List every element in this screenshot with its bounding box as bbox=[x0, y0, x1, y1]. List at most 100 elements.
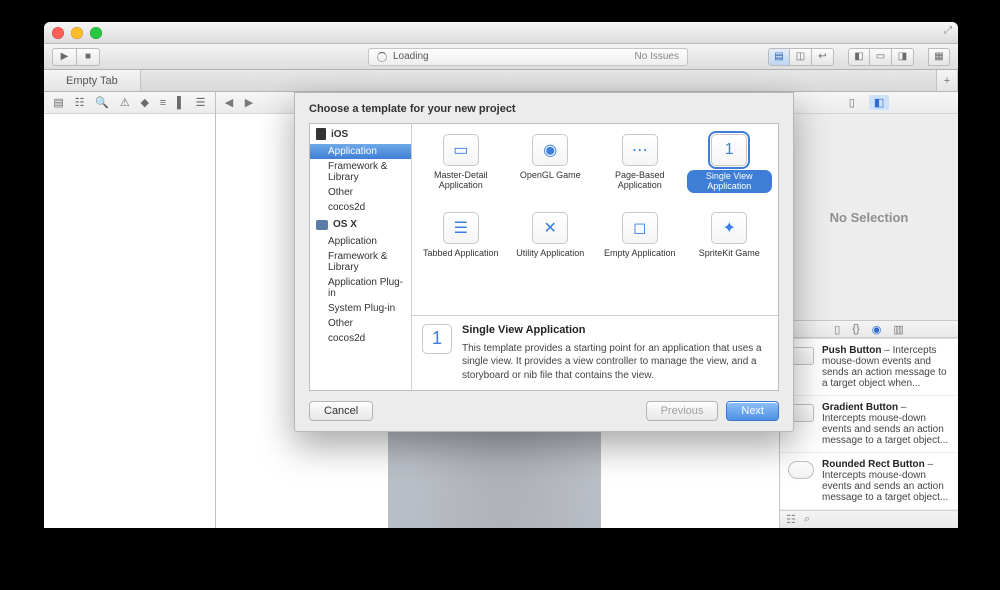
toolbar: ▶ ■ Loading No Issues ▤ ◫ ↩ ◧ ▭ ◨ ▦ bbox=[44, 44, 958, 70]
test-navigator-icon[interactable]: ◆ bbox=[141, 96, 149, 109]
file-inspector-icon[interactable]: ▯ bbox=[849, 96, 855, 109]
debug-navigator-icon[interactable]: ≡ bbox=[160, 97, 166, 109]
category-item[interactable]: Other bbox=[310, 185, 411, 200]
category-item[interactable]: Application Plug-in bbox=[310, 275, 411, 301]
platform-osx-header[interactable]: OS X bbox=[310, 215, 411, 234]
template-name: Tabbed Application bbox=[423, 248, 499, 258]
template-tabbed[interactable]: ☰ Tabbed Application bbox=[416, 208, 506, 286]
category-item[interactable]: Framework & Library bbox=[310, 159, 411, 185]
code-snippet-library-icon[interactable]: {} bbox=[852, 323, 859, 335]
template-empty[interactable]: ◻ Empty Application bbox=[595, 208, 685, 286]
zoom-icon[interactable] bbox=[90, 27, 102, 39]
run-button[interactable]: ▶ bbox=[52, 48, 76, 66]
library-item-title: Push Button bbox=[822, 345, 881, 356]
category-item[interactable]: Framework & Library bbox=[310, 249, 411, 275]
view-toggles: ◧ ▭ ◨ bbox=[848, 48, 914, 66]
file-template-library-icon[interactable]: ▯ bbox=[834, 323, 840, 336]
template-page-based[interactable]: ⋯ Page-Based Application bbox=[595, 130, 685, 208]
template-icon: ◻ bbox=[622, 212, 658, 244]
inspector-selector: ▯ ◧ bbox=[780, 92, 958, 114]
editor-mode-segment: ▤ ◫ ↩ bbox=[768, 48, 834, 66]
template-detail-icon: 1 bbox=[422, 324, 452, 354]
traffic-lights bbox=[52, 27, 102, 39]
template-name: Empty Application bbox=[604, 248, 676, 258]
library-item-title: Gradient Button bbox=[822, 402, 898, 413]
category-item[interactable]: System Plug-in bbox=[310, 301, 411, 316]
template-icon: ✕ bbox=[532, 212, 568, 244]
add-tab-button[interactable]: + bbox=[936, 70, 958, 91]
template-icon: ⋯ bbox=[622, 134, 658, 166]
titlebar: ⤢ bbox=[44, 22, 958, 44]
tab-empty[interactable]: Empty Tab bbox=[44, 70, 141, 91]
category-item[interactable]: cocos2d bbox=[310, 200, 411, 215]
issue-navigator-icon[interactable]: ⚠ bbox=[120, 96, 130, 109]
template-detail-desc: This template provides a starting point … bbox=[462, 342, 768, 383]
category-item[interactable]: Other bbox=[310, 316, 411, 331]
version-editor-button[interactable]: ↩ bbox=[812, 48, 834, 66]
close-icon[interactable] bbox=[52, 27, 64, 39]
library-footer: ☷ ⌕ bbox=[780, 510, 958, 528]
tab-bar: Empty Tab + bbox=[44, 70, 958, 92]
category-item[interactable]: cocos2d bbox=[310, 331, 411, 346]
library-view-icon[interactable]: ☷ bbox=[786, 513, 796, 526]
toggle-utilities-button[interactable]: ◨ bbox=[892, 48, 914, 66]
status-issues: No Issues bbox=[635, 51, 679, 62]
breakpoint-navigator-icon[interactable]: ▌ bbox=[177, 97, 185, 109]
search-navigator-icon[interactable]: 🔍 bbox=[95, 96, 109, 109]
next-button[interactable]: Next bbox=[726, 401, 779, 421]
standard-editor-button[interactable]: ▤ bbox=[768, 48, 790, 66]
object-library-list[interactable]: Push Button – Intercepts mouse-down even… bbox=[780, 338, 958, 510]
template-icon: ☰ bbox=[443, 212, 479, 244]
object-library-icon[interactable]: ◉ bbox=[872, 323, 882, 336]
template-name: Master-Detail Application bbox=[418, 170, 504, 191]
category-item[interactable]: Application bbox=[310, 144, 411, 159]
template-detail: 1 Single View Application This template … bbox=[412, 315, 778, 391]
fullscreen-icon[interactable]: ⤢ bbox=[944, 25, 952, 36]
template-detail-title: Single View Application bbox=[462, 324, 768, 336]
template-name: Single View Application bbox=[687, 170, 773, 193]
platform-ios-header[interactable]: iOS bbox=[310, 124, 411, 144]
stop-button[interactable]: ■ bbox=[76, 48, 100, 66]
no-selection-label: No Selection bbox=[780, 114, 958, 320]
navigator-selector: ▤ ☷ 🔍 ⚠ ◆ ≡ ▌ ☰ bbox=[44, 92, 215, 114]
media-library-icon[interactable]: ▥ bbox=[893, 323, 903, 336]
library-item-title: Rounded Rect Button bbox=[822, 459, 925, 470]
template-name: Page-Based Application bbox=[597, 170, 683, 191]
list-item[interactable]: Gradient Button – Intercepts mouse-down … bbox=[780, 396, 958, 453]
list-item[interactable]: Push Button – Intercepts mouse-down even… bbox=[780, 339, 958, 396]
symbol-navigator-icon[interactable]: ☷ bbox=[75, 96, 85, 109]
list-item[interactable]: Rounded Rect Button – Intercepts mouse-d… bbox=[780, 453, 958, 510]
cancel-button[interactable]: Cancel bbox=[309, 401, 373, 421]
log-navigator-icon[interactable]: ☰ bbox=[196, 96, 206, 109]
toggle-debug-button[interactable]: ▭ bbox=[870, 48, 892, 66]
platform-label: iOS bbox=[331, 129, 348, 140]
sheet-title: Choose a template for your new project bbox=[295, 93, 793, 123]
status-text: Loading bbox=[393, 51, 429, 62]
mac-icon bbox=[316, 220, 328, 230]
minimize-icon[interactable] bbox=[71, 27, 83, 39]
category-item[interactable]: Application bbox=[310, 234, 411, 249]
template-utility[interactable]: ✕Utility Application bbox=[506, 208, 596, 286]
iphone-icon bbox=[316, 128, 326, 140]
previous-button[interactable]: Previous bbox=[646, 401, 719, 421]
template-spritekit[interactable]: ✦SpriteKit Game bbox=[685, 208, 775, 286]
template-icon: ▭ bbox=[443, 134, 479, 166]
library-item-desc: Intercepts mouse-down events and sends a… bbox=[822, 470, 948, 503]
toggle-navigator-button[interactable]: ◧ bbox=[848, 48, 870, 66]
rounded-rect-button-thumb bbox=[788, 461, 814, 479]
quick-help-inspector-icon[interactable]: ◧ bbox=[869, 95, 889, 110]
spinner-icon bbox=[377, 52, 387, 62]
organizer-button[interactable]: ▦ bbox=[928, 48, 950, 66]
library-filter-icon[interactable]: ⌕ bbox=[804, 513, 810, 526]
jump-forward-icon[interactable]: ▶ bbox=[242, 96, 256, 109]
template-icon: ◉ bbox=[532, 134, 568, 166]
template-icon: ✦ bbox=[711, 212, 747, 244]
template-opengl-game[interactable]: ◉OpenGL Game bbox=[506, 130, 596, 208]
xcode-window: ⤢ ▶ ■ Loading No Issues ▤ ◫ ↩ ◧ ▭ ◨ ▦ Em… bbox=[44, 22, 958, 528]
template-single-view[interactable]: 1Single View Application bbox=[685, 130, 775, 208]
project-navigator-icon[interactable]: ▤ bbox=[53, 96, 63, 109]
jump-back-icon[interactable]: ◀ bbox=[222, 96, 236, 109]
platform-label: OS X bbox=[333, 219, 357, 230]
template-master-detail[interactable]: ▭ Master-Detail Application bbox=[416, 130, 506, 208]
assistant-editor-button[interactable]: ◫ bbox=[790, 48, 812, 66]
